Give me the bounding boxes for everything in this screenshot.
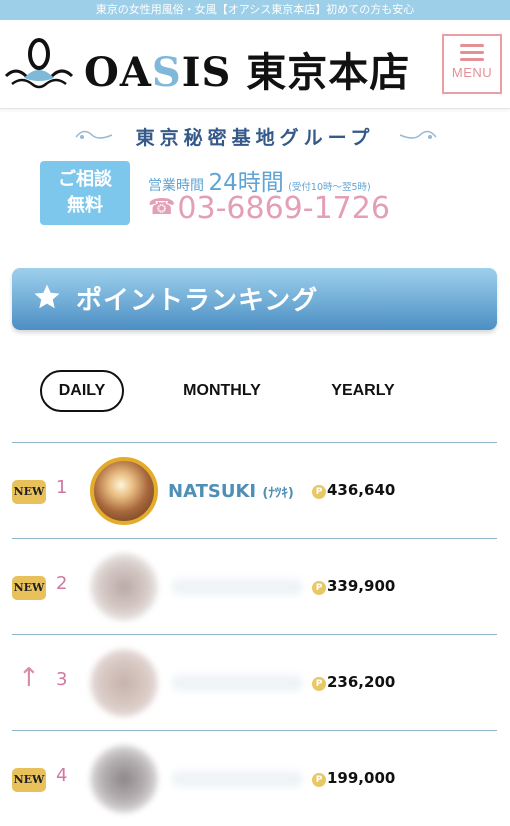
contact-block: ご相談 無料 営業時間 24時間 (受付10時〜翌5時) ☎03-6869-17…: [0, 153, 510, 233]
avatar[interactable]: [90, 457, 158, 525]
points-value: P 436,640: [312, 481, 395, 499]
menu-label: MENU: [451, 65, 493, 80]
points-value: P 236,200: [312, 673, 395, 691]
ranking-row[interactable]: NEW 4 P 199,000: [12, 730, 497, 826]
therapist-name[interactable]: NATSUKI (ﾅﾂｷ): [168, 481, 294, 502]
phone-icon: ☎: [148, 195, 176, 220]
blurred-name: [172, 675, 302, 691]
up-arrow-icon: ↑: [18, 663, 40, 693]
blurred-name: [172, 579, 302, 595]
tab-daily[interactable]: DAILY: [40, 370, 124, 412]
consult-line1: ご相談: [58, 169, 112, 190]
point-coin-icon: P: [312, 485, 326, 499]
rank-number: 1: [56, 477, 68, 498]
group-name: 東京秘密基地グループ: [135, 127, 375, 149]
ranking-tabs: DAILY MONTHLY YEARLY: [0, 370, 510, 416]
points-value: P 339,900: [312, 577, 395, 595]
avatar[interactable]: [90, 649, 158, 717]
group-title: 東京秘密基地グループ: [0, 123, 510, 153]
ranking-title: ポイントランキング: [76, 286, 319, 316]
tab-monthly[interactable]: MONTHLY: [170, 370, 274, 412]
ranking-row[interactable]: NEW 2 P 339,900: [12, 538, 497, 634]
point-coin-icon: P: [312, 773, 326, 787]
phone-link[interactable]: ☎03-6869-1726: [148, 191, 390, 226]
blurred-name: [172, 771, 302, 787]
top-banner-text: 東京の女性用風俗・女風【オアシス東京本店】初めての方も安心: [0, 0, 510, 20]
ornament-right-icon: [399, 130, 437, 139]
ranking-list: NEW 1 NATSUKI (ﾅﾂｷ) P 436,640 NEW 2 P 339,…: [12, 442, 497, 826]
avatar[interactable]: [90, 745, 158, 813]
consult-line2: 無料: [67, 195, 103, 216]
new-badge: NEW: [12, 576, 46, 600]
rank-number: 2: [56, 573, 68, 594]
site-header: OASIS 東京本店 MENU: [0, 20, 510, 109]
rank-number: 3: [56, 669, 68, 690]
avatar[interactable]: [90, 553, 158, 621]
new-badge: NEW: [12, 768, 46, 792]
menu-button[interactable]: MENU: [442, 34, 502, 94]
ranking-row[interactable]: NEW 1 NATSUKI (ﾅﾂｷ) P 436,640: [12, 442, 497, 538]
hamburger-icon: [460, 44, 484, 61]
phone-number: 03-6869-1726: [177, 191, 390, 226]
site-logo-text[interactable]: OASIS 東京本店: [84, 40, 410, 98]
new-badge: NEW: [12, 480, 46, 504]
rank-number: 4: [56, 765, 68, 786]
points-value: P 199,000: [312, 769, 395, 787]
tab-yearly[interactable]: YEARLY: [318, 370, 408, 412]
star-icon: [34, 284, 60, 309]
point-coin-icon: P: [312, 581, 326, 595]
ranking-header: ポイントランキング: [12, 268, 497, 330]
ornament-left-icon: [75, 130, 113, 139]
oasis-logo-icon[interactable]: [4, 32, 74, 100]
point-coin-icon: P: [312, 677, 326, 691]
ranking-row[interactable]: ↑ 3 P 236,200: [12, 634, 497, 730]
free-consult-badge[interactable]: ご相談 無料: [40, 161, 130, 225]
